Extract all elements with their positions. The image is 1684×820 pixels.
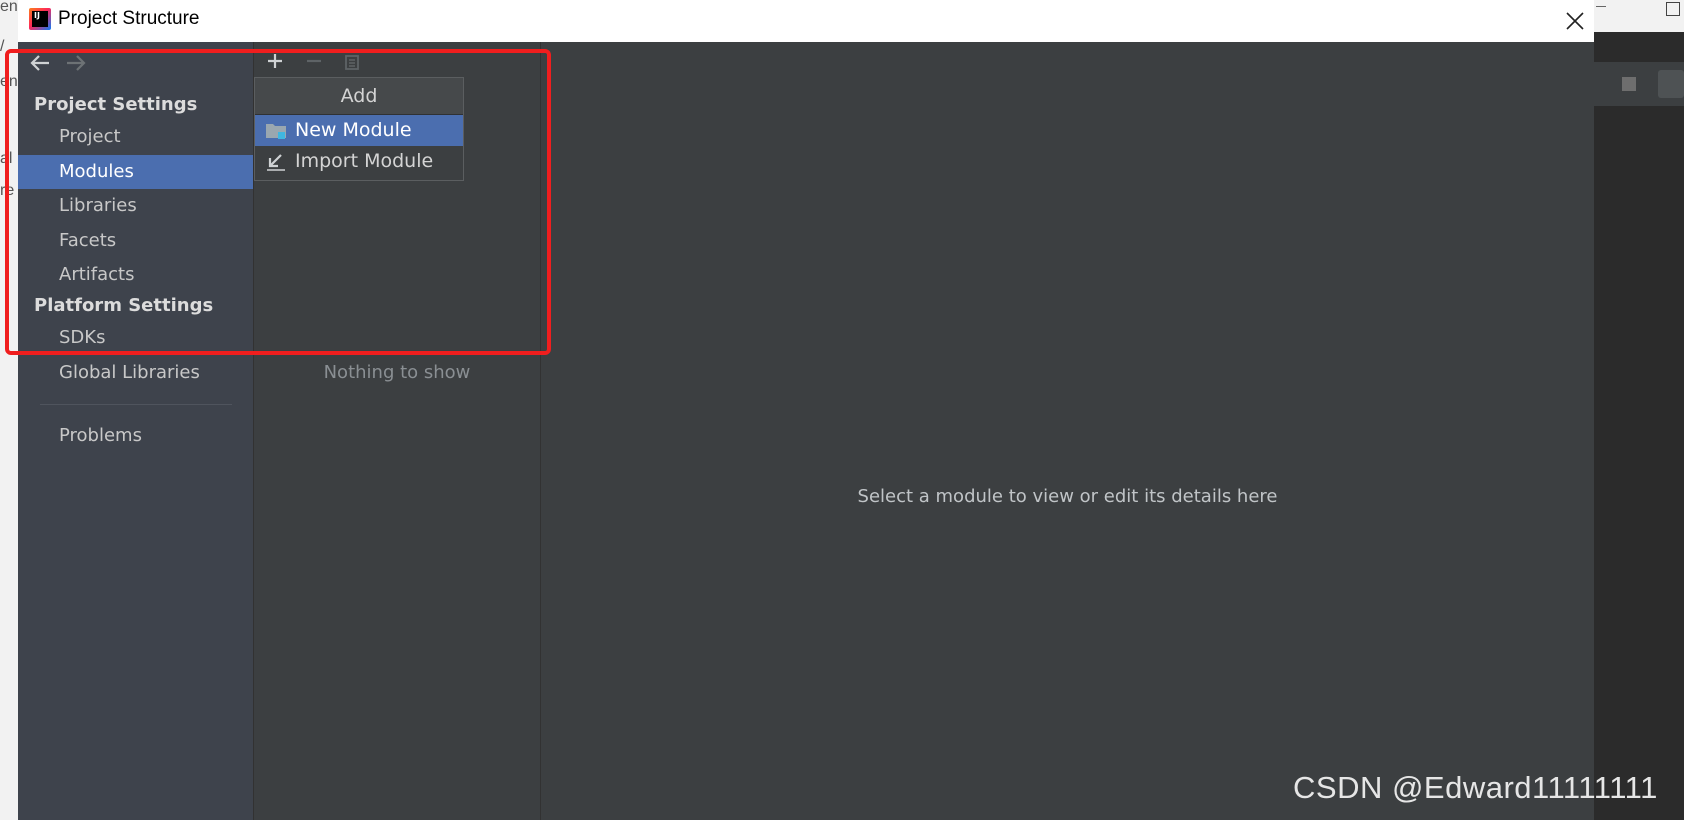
empty-list-text: Nothing to show xyxy=(323,362,471,383)
maximize-icon xyxy=(1666,2,1680,16)
background-ide-right-edge xyxy=(1594,0,1684,820)
background-text-fragment: / xyxy=(0,38,5,55)
close-button[interactable] xyxy=(1558,4,1592,38)
add-icon[interactable] xyxy=(264,50,286,72)
project-folder-icon xyxy=(1658,70,1684,98)
sidebar-item-sdks[interactable]: SDKs xyxy=(18,321,253,355)
sidebar-item-modules[interactable]: Modules xyxy=(18,155,253,189)
minimize-icon xyxy=(1596,6,1606,7)
background-text-fragment: re xyxy=(0,182,15,199)
sidebar-item-project[interactable]: Project xyxy=(18,120,253,154)
sidebar-item-global-libraries[interactable]: Global Libraries xyxy=(18,356,253,390)
dialog-titlebar: IJ Project Structure xyxy=(18,0,1594,42)
close-icon xyxy=(1566,12,1584,30)
project-structure-dialog: IJ Project Structure Project Settings Pr… xyxy=(18,0,1594,820)
watermark-text: CSDN @Edward11111111 xyxy=(1293,770,1658,805)
remove-icon[interactable] xyxy=(303,50,325,72)
background-text-fragment: en xyxy=(0,73,18,90)
add-popup-title: Add xyxy=(255,78,463,115)
background-titlebar xyxy=(1594,0,1684,32)
dialog-title: Project Structure xyxy=(58,8,200,29)
intellij-logo-text: IJ xyxy=(32,11,48,27)
platform-settings-heading: Platform Settings xyxy=(34,295,214,316)
background-text-fragment: al xyxy=(0,150,13,167)
menu-item-new-module[interactable]: New Module xyxy=(255,115,463,146)
menu-item-label: Import Module xyxy=(295,150,434,172)
detail-placeholder-text: Select a module to view or edit its deta… xyxy=(857,486,1278,507)
stop-icon xyxy=(1622,77,1636,91)
panel-divider[interactable] xyxy=(540,42,541,820)
sidebar-item-facets[interactable]: Facets xyxy=(18,224,253,258)
module-folder-icon xyxy=(266,124,286,139)
sidebar-item-libraries[interactable]: Libraries xyxy=(18,189,253,223)
add-popup-menu: Add New Module Import Module xyxy=(254,77,464,181)
sidebar-item-problems[interactable]: Problems xyxy=(18,419,253,453)
sidebar-separator xyxy=(40,404,232,405)
import-icon xyxy=(267,154,285,171)
menu-item-label: New Module xyxy=(295,119,412,141)
background-text-fragment: en xyxy=(0,0,18,15)
forward-arrow-icon[interactable] xyxy=(64,52,88,74)
menu-item-import-module[interactable]: Import Module xyxy=(255,146,463,177)
background-ide-left-edge: en / en al re xyxy=(0,0,18,820)
sidebar-item-artifacts[interactable]: Artifacts xyxy=(18,258,253,292)
copy-icon[interactable] xyxy=(341,50,363,72)
project-settings-heading: Project Settings xyxy=(34,94,198,115)
intellij-logo-icon: IJ xyxy=(29,8,51,30)
back-arrow-icon[interactable] xyxy=(28,52,52,74)
